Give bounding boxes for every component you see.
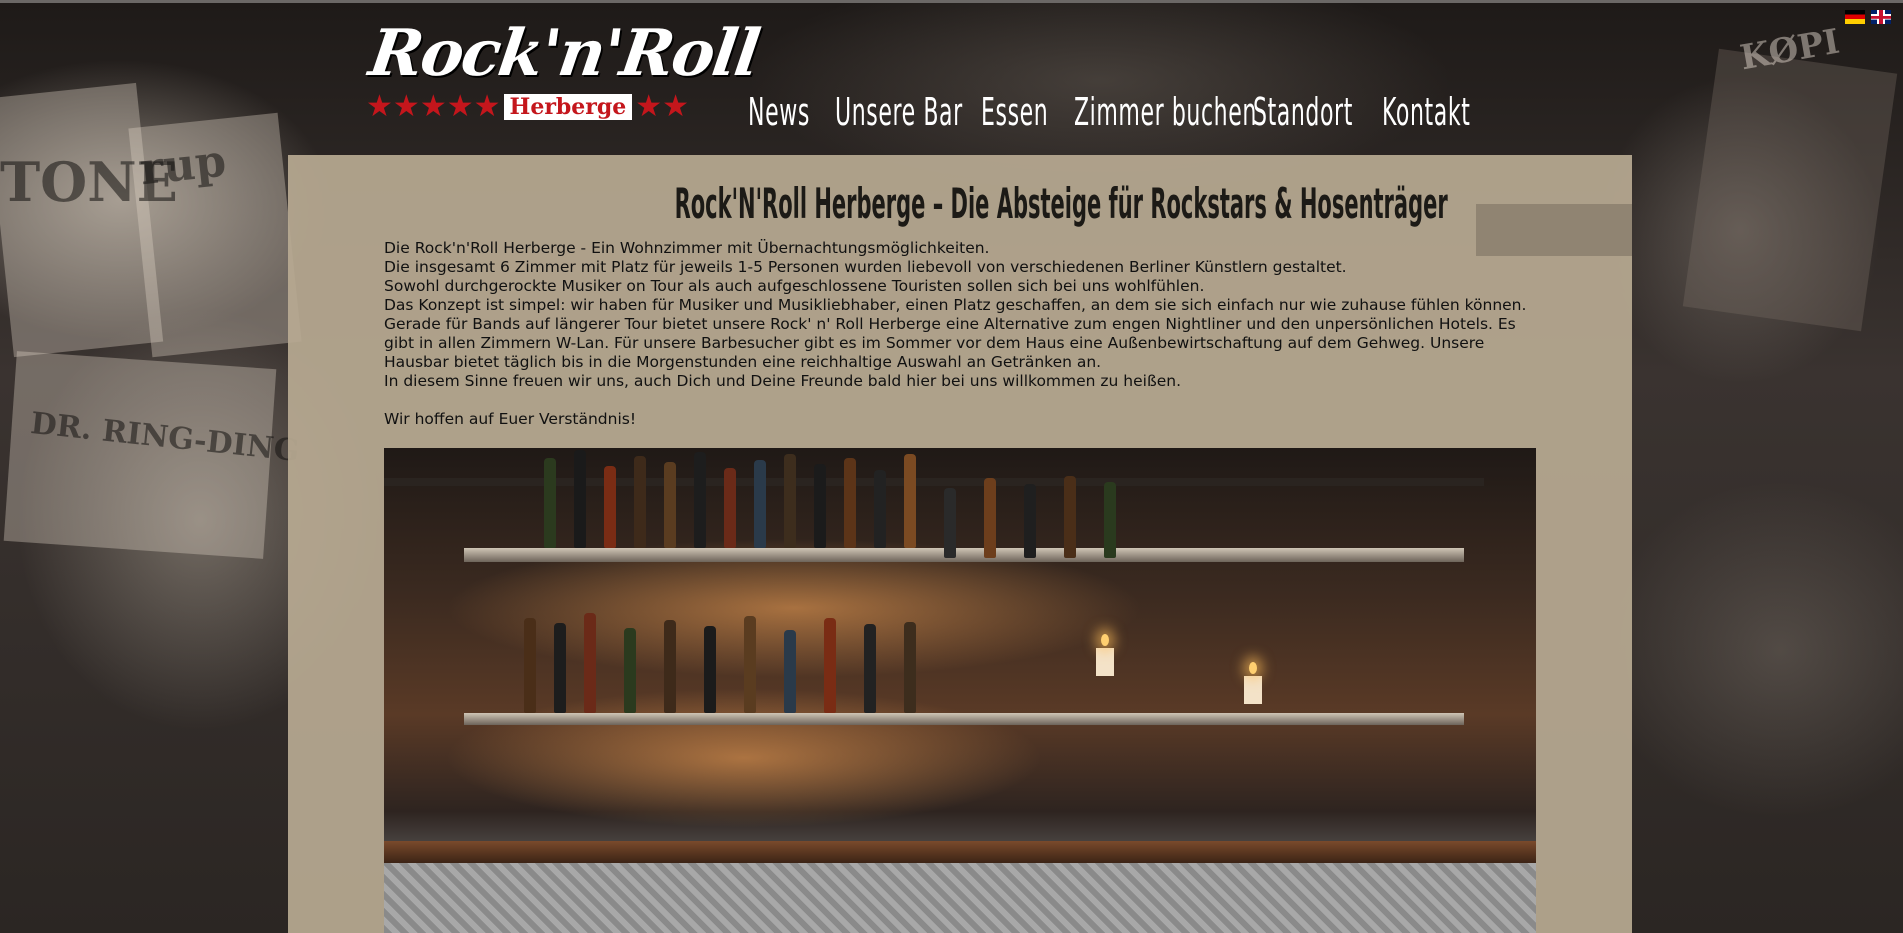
photo-bottle — [544, 458, 556, 548]
photo-bottle — [524, 618, 536, 713]
nav-unsere-bar[interactable]: Unsere Bar — [835, 90, 962, 134]
photo-bottle — [824, 618, 836, 713]
closing-line: Wir hoffen auf Euer Verständnis! — [384, 410, 637, 428]
photo-flame — [1249, 662, 1257, 674]
intro-text: Die Rock'n'Roll Herberge - Ein Wohnzimme… — [384, 239, 1544, 429]
photo-bottle — [664, 620, 676, 713]
nav-zimmer-buchen[interactable]: Zimmer buchen — [1074, 90, 1256, 134]
nav-essen[interactable]: Essen — [981, 90, 1048, 134]
side-tab[interactable] — [1476, 204, 1632, 256]
photo-flame — [1101, 634, 1109, 646]
photo-bottle — [814, 464, 826, 548]
logo-script: Rock'n'Roll — [364, 16, 763, 91]
language-switcher — [1845, 10, 1891, 24]
star-icon: ★ — [392, 89, 420, 124]
photo-bottle — [1064, 476, 1076, 558]
photo-bottle — [704, 626, 716, 713]
star-icon: ★ — [366, 89, 393, 124]
photo-bottle — [844, 458, 856, 548]
nav-news[interactable]: News — [748, 90, 809, 134]
logo-banner: ★ ★ ★ ★ ★ Herberge ★ ★ — [366, 92, 712, 122]
background-lettering: rup — [137, 135, 229, 196]
intro-paragraph: In diesem Sinne freuen wir uns, auch Dic… — [384, 372, 1182, 390]
intro-paragraph: Die Rock'n'Roll Herberge - Ein Wohnzimme… — [384, 239, 990, 257]
nav-kontakt[interactable]: Kontakt — [1382, 90, 1470, 134]
photo-bottle — [1104, 482, 1116, 558]
content-panel: Rock'N'Roll Herberge – Die Absteige für … — [288, 155, 1632, 933]
photo-bar-counter-top — [384, 841, 1536, 863]
photo-bar-counter — [384, 863, 1536, 933]
star-icon: ★ — [446, 89, 474, 124]
photo-shelf — [464, 548, 1464, 562]
photo-bottle — [784, 630, 796, 713]
logo-subtitle: Herberge — [503, 94, 633, 120]
star-icon: ★ — [662, 89, 690, 124]
nav-standort[interactable]: Standort — [1253, 90, 1352, 134]
photo-bottle — [554, 623, 566, 713]
star-icon: ★ — [419, 89, 447, 124]
photo-bottle — [784, 454, 796, 548]
photo-bottle — [664, 462, 676, 548]
flag-uk-icon[interactable] — [1871, 10, 1891, 24]
photo-bottle — [984, 478, 996, 558]
top-border — [0, 0, 1903, 3]
photo-bottle — [874, 470, 886, 548]
photo-bottle — [1024, 484, 1036, 558]
photo-bottle — [624, 628, 636, 713]
photo-bottle — [904, 454, 916, 548]
photo-bottle — [584, 613, 596, 713]
intro-paragraph: Das Konzept ist simpel: wir haben für Mu… — [384, 296, 1527, 371]
background-poster — [1682, 48, 1898, 332]
photo-bottle — [864, 624, 876, 713]
photo-candle — [1096, 648, 1114, 676]
site-logo[interactable]: Rock'n'Roll ★ ★ ★ ★ ★ Herberge ★ ★ — [365, 14, 763, 140]
photo-candle — [1244, 676, 1262, 704]
photo-bottle — [604, 466, 616, 548]
page-title: Rock'N'Roll Herberge – Die Absteige für … — [288, 179, 1632, 228]
photo-shelf — [464, 713, 1464, 725]
photo-bottle — [634, 456, 646, 548]
flag-germany-icon[interactable] — [1845, 10, 1865, 24]
intro-paragraph: Sowohl durchgerockte Musiker on Tour als… — [384, 277, 1205, 295]
star-icon: ★ — [473, 89, 501, 124]
bar-photo — [384, 448, 1536, 933]
photo-bottle — [944, 488, 956, 558]
page-title-text: Rock'N'Roll Herberge – Die Absteige für … — [674, 179, 1448, 228]
photo-bottle — [694, 452, 706, 548]
photo-bottle — [574, 450, 586, 548]
photo-bottle — [724, 468, 736, 548]
photo-bottle — [744, 616, 756, 713]
intro-paragraph: Die insgesamt 6 Zimmer mit Platz für jew… — [384, 258, 1347, 276]
main-navigation: News Unsere Bar Essen Zimmer buchen Stan… — [748, 90, 1470, 134]
photo-bottle — [904, 622, 916, 713]
photo-bottle — [754, 460, 766, 548]
star-icon: ★ — [635, 89, 663, 124]
